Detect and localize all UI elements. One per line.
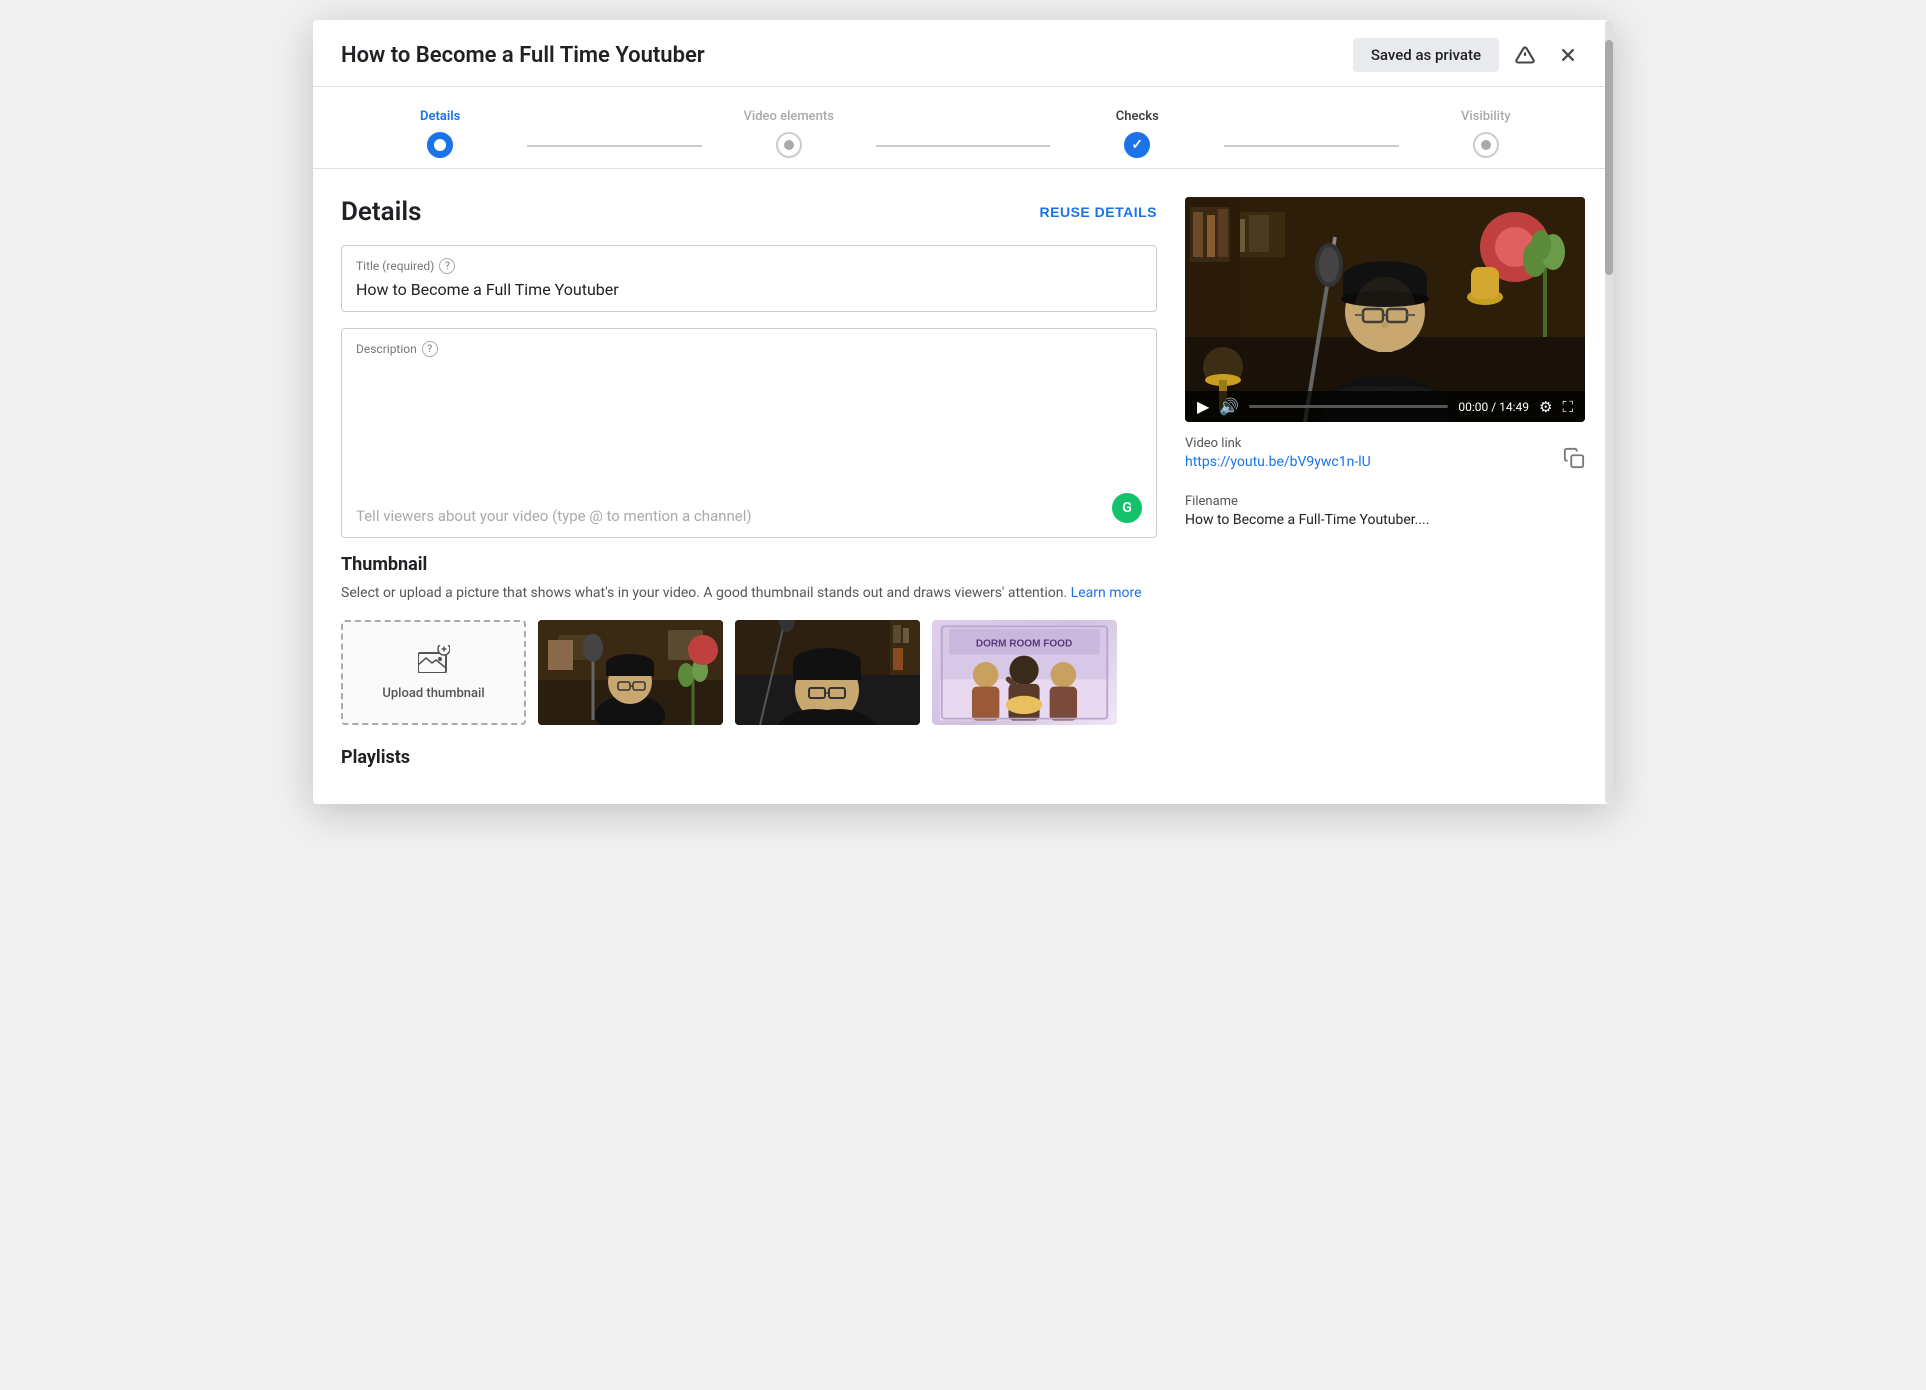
step-visibility-label: Visibility <box>1461 109 1511 124</box>
title-field-value[interactable]: How to Become a Full Time Youtuber <box>356 280 1142 299</box>
thumbnail-option-2[interactable] <box>735 620 920 725</box>
step-checks-circle: ✓ <box>1124 132 1150 158</box>
scrollbar[interactable] <box>1605 20 1613 804</box>
video-link-row: Video link https://youtu.be/bV9ywc1n-lU <box>1185 436 1585 484</box>
video-controls: ▶ 🔊 00:00 / 14:49 ⚙ ⛶ <box>1185 391 1585 422</box>
scrollbar-thumb <box>1605 40 1613 275</box>
description-help-icon[interactable]: ? <box>422 341 438 357</box>
step-visibility[interactable]: Visibility <box>1399 109 1573 158</box>
video-preview: ▶ 🔊 00:00 / 14:49 ⚙ ⛶ <box>1185 197 1585 422</box>
thumbnail-upload-button[interactable]: Upload thumbnail <box>341 620 526 725</box>
step-visibility-circle <box>1473 132 1499 158</box>
title-field-label: Title (required) ? <box>356 258 1142 274</box>
upload-thumbnail-icon <box>418 645 450 680</box>
filename-section: Filename How to Become a Full-Time Youtu… <box>1185 494 1585 528</box>
details-heading: Details <box>341 197 422 227</box>
modal-header: How to Become a Full Time Youtuber Saved… <box>313 20 1613 87</box>
copy-link-icon[interactable] <box>1563 447 1585 473</box>
connector-1 <box>527 145 701 147</box>
thumbnail-learn-more-link[interactable]: Learn more <box>1071 585 1142 601</box>
connector-2 <box>876 145 1050 147</box>
volume-button[interactable]: 🔊 <box>1219 397 1239 416</box>
time-display: 00:00 / 14:49 <box>1458 400 1529 414</box>
upload-modal: How to Become a Full Time Youtuber Saved… <box>313 20 1613 804</box>
filename-label: Filename <box>1185 494 1585 509</box>
step-video-elements[interactable]: Video elements <box>702 109 876 158</box>
title-help-icon[interactable]: ? <box>439 258 455 274</box>
description-field-label: Description ? <box>356 341 1142 357</box>
thumbnail-option-3[interactable]: DORM ROOM FOOD <box>932 620 1117 725</box>
reuse-details-button[interactable]: REUSE DETAILS <box>1040 204 1157 220</box>
step-details-label: Details <box>420 109 460 124</box>
video-link-section: Video link https://youtu.be/bV9ywc1n-lU <box>1185 436 1371 484</box>
modal-body: Details REUSE DETAILS Title (required) ?… <box>313 169 1613 804</box>
svg-text:DORM ROOM FOOD: DORM ROOM FOOD <box>976 638 1072 649</box>
thumbnail-option-1[interactable] <box>538 620 723 725</box>
step-checks[interactable]: Checks ✓ <box>1050 109 1224 158</box>
step-video-elements-circle <box>776 132 802 158</box>
thumbnail-grid: Upload thumbnail <box>341 620 1157 725</box>
saved-private-badge: Saved as private <box>1353 38 1499 72</box>
description-placeholder: Tell viewers about your video (type @ to… <box>356 507 1142 525</box>
left-column: Details REUSE DETAILS Title (required) ?… <box>341 197 1157 776</box>
thumbnail-title: Thumbnail <box>341 554 1157 575</box>
video-link[interactable]: https://youtu.be/bV9ywc1n-lU <box>1185 454 1371 470</box>
video-link-label: Video link <box>1185 436 1371 451</box>
fullscreen-button[interactable]: ⛶ <box>1562 398 1573 416</box>
thumbnail-desc: Select or upload a picture that shows wh… <box>341 583 1157 604</box>
thumbnail-section: Thumbnail Select or upload a picture tha… <box>341 554 1157 725</box>
details-header: Details REUSE DETAILS <box>341 197 1157 227</box>
step-details-circle <box>427 132 453 158</box>
step-checks-label: Checks <box>1116 109 1159 124</box>
filename-value: How to Become a Full-Time Youtuber.... <box>1185 512 1585 528</box>
progress-bar[interactable] <box>1249 405 1448 408</box>
step-video-elements-label: Video elements <box>744 109 834 124</box>
play-button[interactable]: ▶ <box>1197 397 1209 416</box>
description-field[interactable]: Description ? Tell viewers about your vi… <box>341 328 1157 538</box>
right-column: ▶ 🔊 00:00 / 14:49 ⚙ ⛶ Video link https:/ <box>1185 197 1585 776</box>
step-details[interactable]: Details <box>353 109 527 158</box>
settings-button[interactable]: ⚙ <box>1539 398 1552 416</box>
connector-3 <box>1224 145 1398 147</box>
stepper: Details Video elements Checks ✓ Visibili… <box>313 87 1613 169</box>
upload-thumbnail-label: Upload thumbnail <box>382 686 484 701</box>
title-field[interactable]: Title (required) ? How to Become a Full … <box>341 245 1157 312</box>
header-actions: Saved as private <box>1353 38 1585 72</box>
close-button[interactable] <box>1551 38 1585 72</box>
video-scene <box>1185 197 1585 422</box>
playlists-title: Playlists <box>341 747 1157 768</box>
modal-title: How to Become a Full Time Youtuber <box>341 43 705 68</box>
playlists-section: Playlists <box>341 747 1157 768</box>
grammarly-icon: G <box>1112 493 1142 523</box>
alert-button[interactable] <box>1509 39 1541 71</box>
